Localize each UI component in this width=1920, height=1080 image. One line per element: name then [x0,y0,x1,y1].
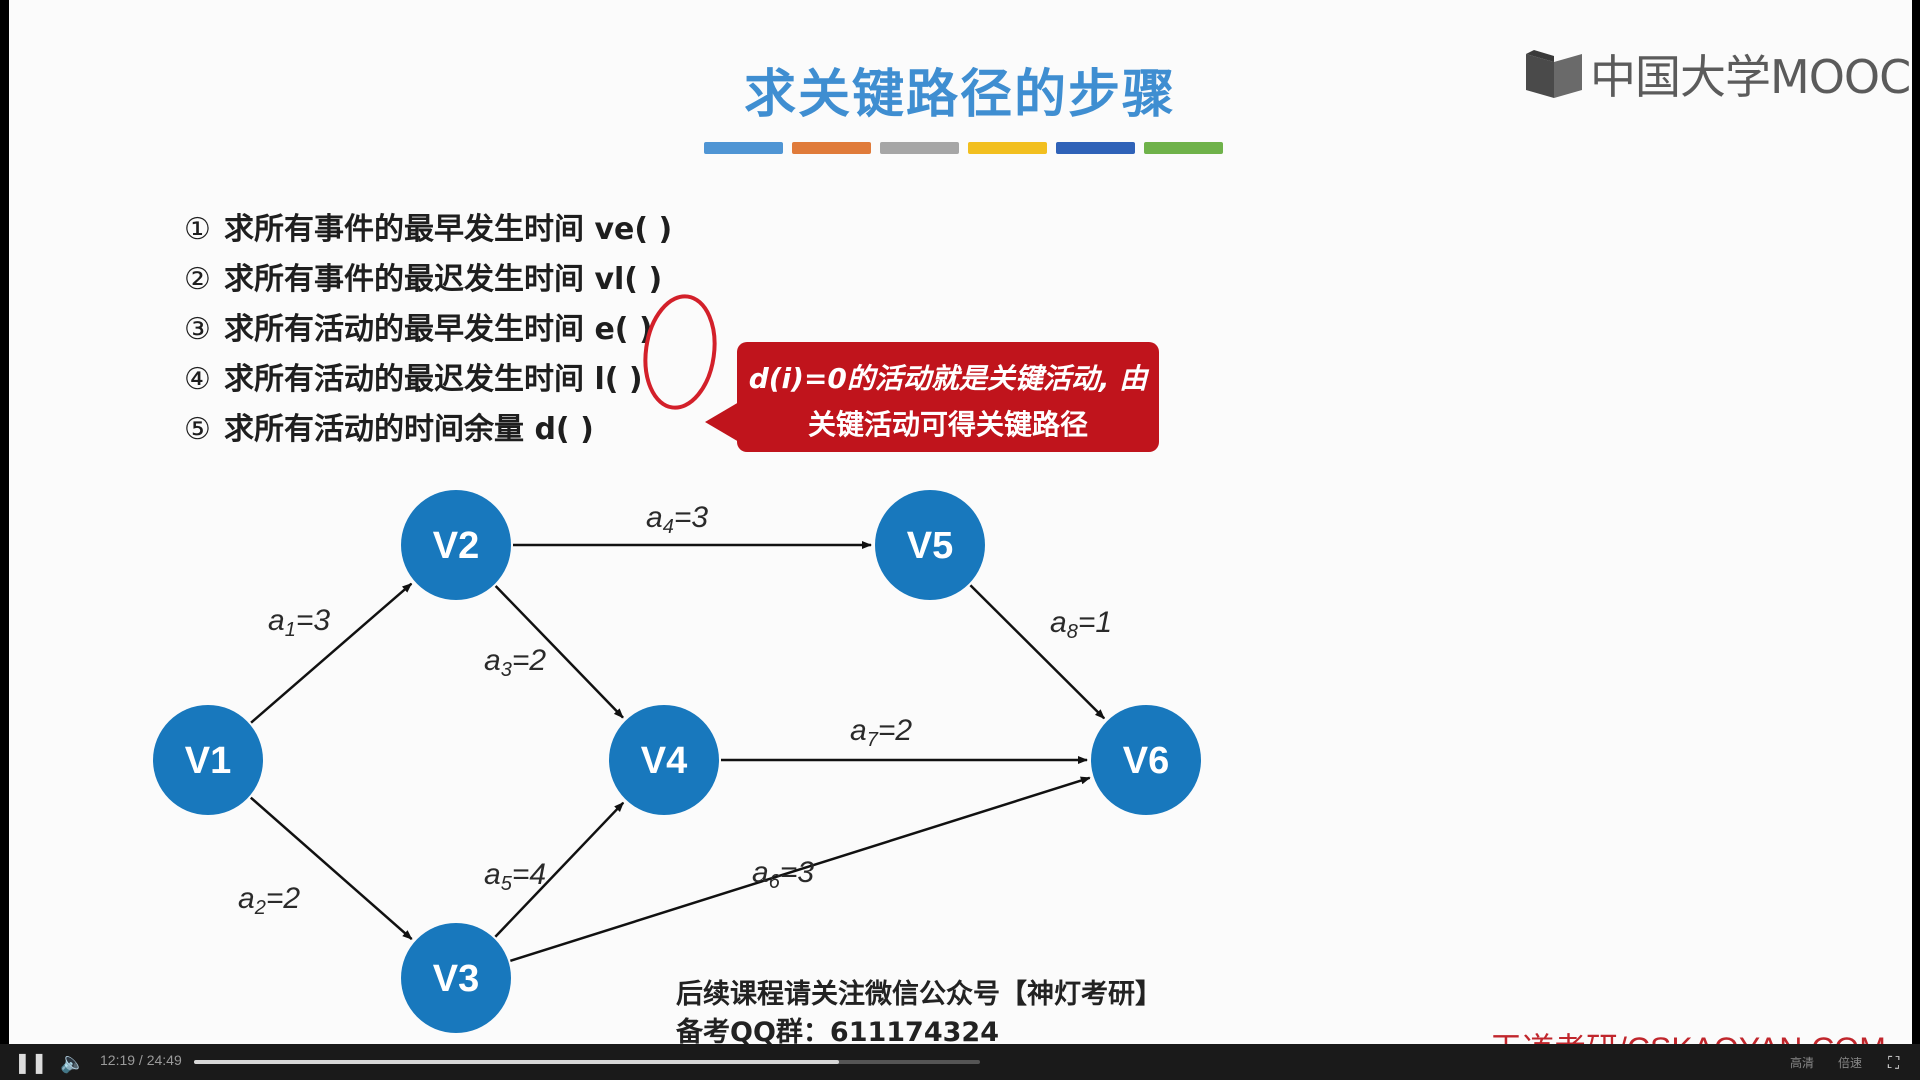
pause-icon[interactable]: ❚❚ [14,1050,48,1074]
edge-label-v3-v6: a6=3 [752,856,814,893]
speed-button[interactable]: 倍速 [1838,1054,1862,1071]
time-readout: 12:19 / 24:49 [100,1052,182,1068]
footer-wechat: 后续课程请关注微信公众号【神灯考研】 [676,979,1162,1010]
node-v1: V1 [153,705,263,815]
node-v6: V6 [1091,705,1201,815]
edge-label-v3-v4: a5=4 [484,858,546,895]
quality-button[interactable]: 高清 [1790,1054,1814,1071]
edge-label-v2-v5: a4=3 [646,501,708,538]
footer-note: 后续课程请关注微信公众号【神灯考研】 备考QQ群：611174324 [676,976,1162,1052]
node-v5: V5 [875,490,985,600]
node-v4: V4 [609,705,719,815]
node-label: V2 [433,525,479,567]
node-label: V5 [907,525,953,567]
edge-label-v1-v3: a2=2 [238,882,300,919]
edge-label-v5-v6: a8=1 [1050,606,1112,643]
edge-v1-v3 [249,796,413,940]
volume-icon[interactable]: 🔈 [60,1050,85,1074]
fullscreen-icon[interactable]: ⛶ [1888,1053,1899,1073]
node-label: V3 [433,958,479,1000]
video-player-controls: ❚❚ 🔈 12:19 / 24:49 高清 倍速 ⛶ [0,1044,1920,1080]
node-v3: V3 [401,923,511,1033]
progress-bar[interactable] [194,1060,980,1064]
edge-label-v4-v6: a7=2 [850,714,912,751]
node-v2: V2 [401,490,511,600]
progress-fill [194,1060,839,1064]
edge-label-v2-v4: a3=2 [484,644,546,681]
node-label: V4 [641,740,687,782]
aoe-network-graph: V1 V2 V3 V4 V5 V6 a1=3 a2=2 a3=2 a4=3 a5=4 a6=3 a7=… [153,294,1201,1033]
video-frame: 求关键路径的步骤 中国大学MOOC ① 求所有事件的最早发生时间 ve( ) ②求… [0,0,1920,1080]
node-label: V1 [185,740,231,782]
node-label: V6 [1123,740,1169,782]
edge-label-v1-v2: a1=3 [268,604,330,641]
highlight-circle [643,294,717,410]
